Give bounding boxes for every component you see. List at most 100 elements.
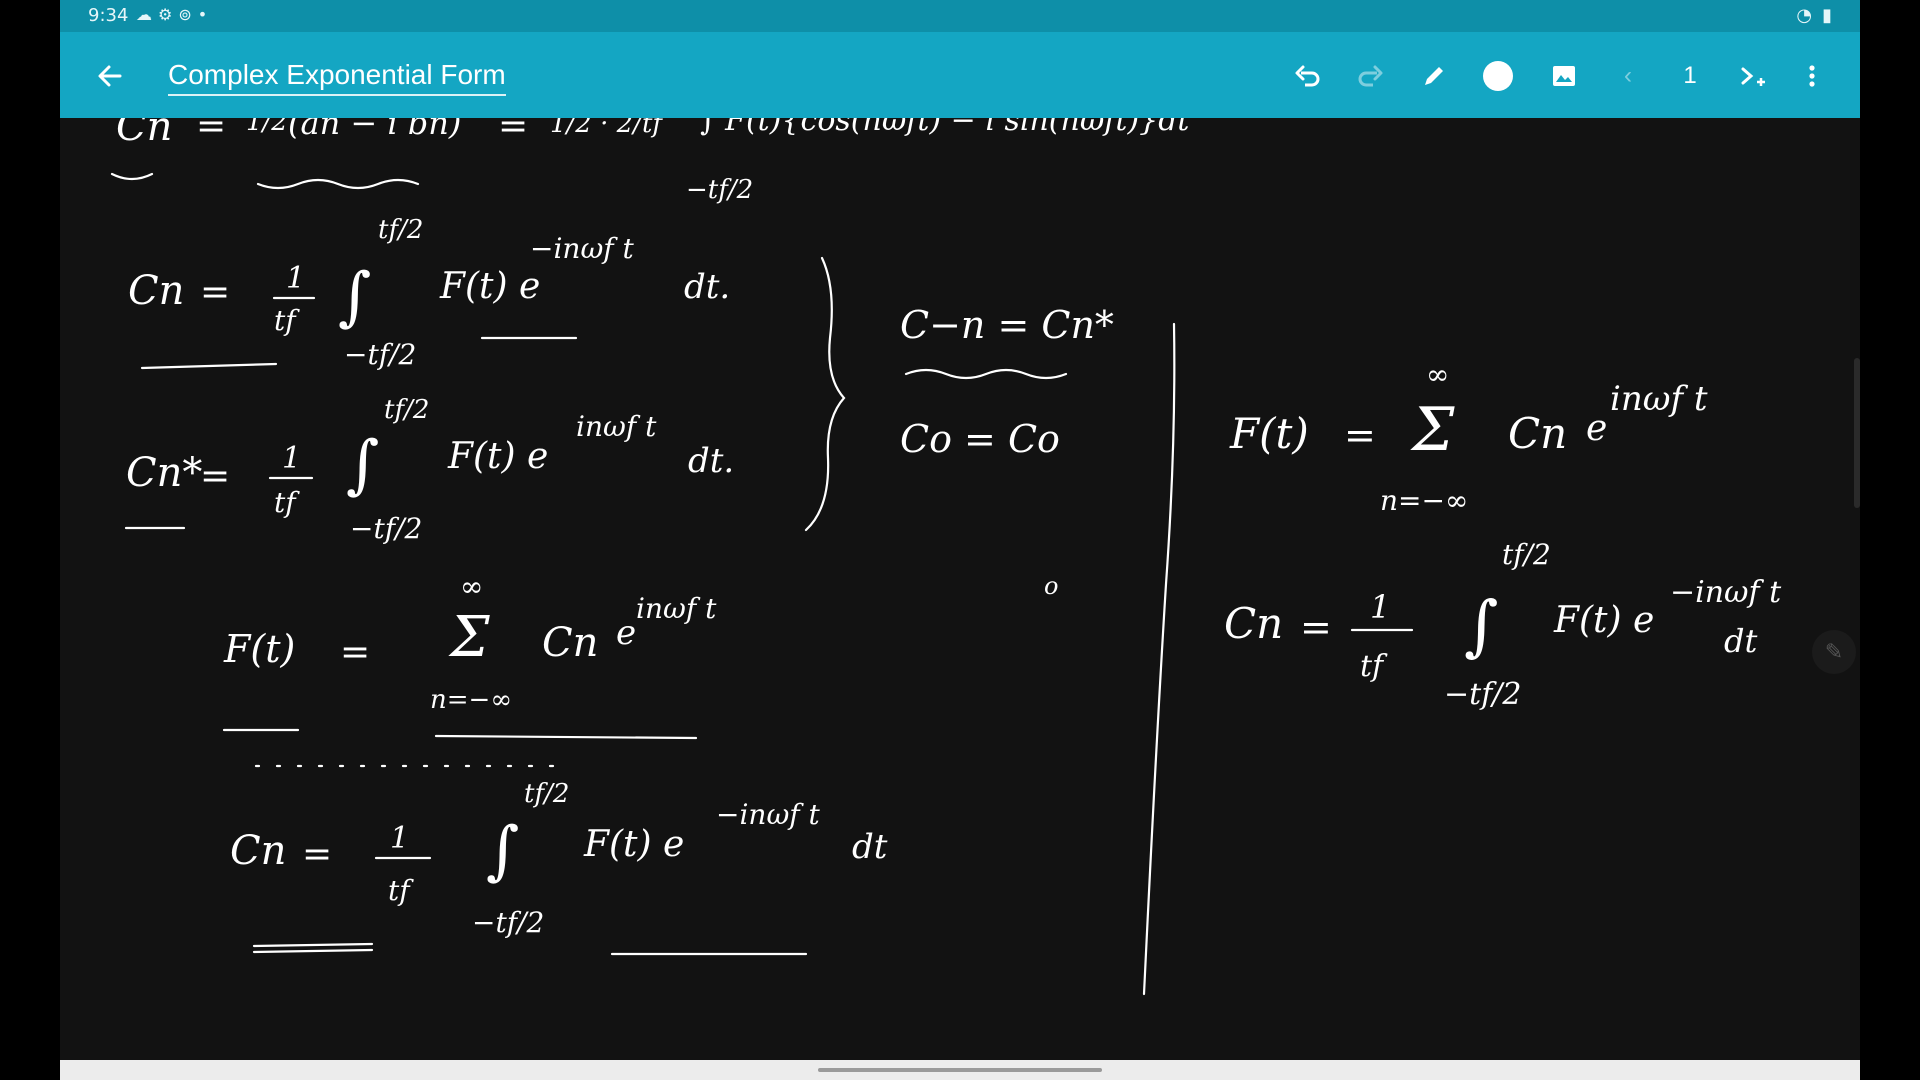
sigma-sign: Σ — [1410, 395, 1455, 465]
top-half: 1/2 — [246, 118, 288, 137]
top-eq1: = — [196, 118, 226, 147]
rc-dt: dt — [1724, 622, 1757, 660]
cn-eq: = — [200, 272, 230, 313]
bcn-lower: −tf/2 — [472, 906, 544, 939]
tablet-screen: 9:34 ☁ ⚙ ⊚ • ◔ ▮ Complex Exponential For… — [60, 0, 1860, 1080]
bcn-den: tf — [388, 874, 414, 907]
integral-sign: ∫ — [346, 428, 379, 502]
back-arrow-icon[interactable] — [92, 58, 128, 94]
cnstar-den: tf — [274, 486, 300, 519]
home-gesture-handle[interactable] — [818, 1068, 1102, 1072]
conj-line2: Co = Co — [900, 417, 1060, 461]
cn-num: 1 — [286, 261, 305, 296]
app-bar: Complex Exponential Form ‹ 1 — [60, 32, 1860, 118]
bcn-num: 1 — [390, 821, 409, 856]
more-vert-icon[interactable] — [1792, 56, 1832, 96]
cnstar-exp: inωf t — [576, 410, 657, 443]
status-time: 9:34 — [88, 5, 129, 26]
rs-sum-top: ∞ — [1426, 358, 1449, 391]
top-lower-limit: −tf/2 — [686, 175, 753, 205]
pen-icon[interactable] — [1414, 56, 1454, 96]
bcn-body: F(t) e — [583, 824, 684, 865]
fs-term: Cn — [542, 620, 598, 666]
integral-sign: ∫ — [338, 260, 371, 334]
fs-eq: = — [340, 632, 370, 673]
sigma-sign: Σ — [448, 605, 490, 670]
status-bar: 9:34 ☁ ⚙ ⊚ • ◔ ▮ — [60, 0, 1860, 32]
battery-icon: ▮ — [1822, 5, 1832, 26]
pen-tool-icon[interactable]: ✎ — [1812, 630, 1856, 674]
system-nav-bar — [60, 1060, 1860, 1080]
top-integral-tail: ∫ F(t){cos(nωft) − i sin(nωft)}dt — [700, 118, 1190, 138]
cnstar-body: F(t) e — [447, 436, 548, 477]
rs-sum-bottom: n=−∞ — [1380, 484, 1468, 517]
scroll-handle[interactable] — [1854, 358, 1860, 508]
fs-sum-top: ∞ — [460, 570, 483, 603]
cnstar-lhs: Cn* — [126, 450, 202, 496]
rc-exp: −inωf t — [1670, 575, 1782, 610]
top-eq2: = — [498, 118, 528, 147]
cn-exp: −inωf t — [530, 232, 635, 265]
integral-sign: ∫ — [1464, 587, 1498, 664]
page-number: 1 — [1683, 62, 1697, 89]
bottom-cn-equation: Cn = 1 tf ∫ tf/2 −tf/2 F(t) e −inωf t dt — [230, 779, 888, 956]
integral-sign: ∫ — [486, 814, 519, 888]
rc-upper: tf/2 — [1502, 538, 1551, 571]
bcn-upper: tf/2 — [524, 779, 569, 809]
cn-body: F(t) e — [439, 266, 540, 307]
sync-icon: ⊚ — [178, 5, 192, 24]
rc-lower: −tf/2 — [1444, 677, 1522, 712]
cnstar-num: 1 — [282, 441, 301, 476]
fs-sum-bottom: n=−∞ — [430, 685, 512, 715]
cn-integral-equation: Cn = 1 tf ∫ tf/2 −tf/2 F(t) e −inωf t dt… — [128, 215, 730, 371]
fs-e: e — [616, 613, 636, 653]
cn-lhs: Cn — [128, 268, 184, 314]
stray-mark: o — [1044, 572, 1058, 600]
redo-icon[interactable] — [1350, 56, 1390, 96]
top-lhs: Cn — [116, 118, 172, 150]
divider-line — [1142, 322, 1176, 996]
rc-den: tf — [1360, 649, 1388, 684]
underline-mark — [904, 368, 1068, 380]
right-series-equation: F(t) = ∞ Σ n=−∞ Cn e inωf t — [1229, 358, 1708, 517]
cn-upper: tf/2 — [378, 215, 423, 245]
fs-lhs: F(t) — [223, 627, 295, 671]
cn-den: tf — [274, 304, 300, 337]
wifi-icon: ◔ — [1796, 5, 1813, 26]
top-partial-equation: Cn = 1/2 (an − i bn) = 1/2 · 2/tf ∫ F(t)… — [110, 118, 1190, 205]
rs-e: e — [1586, 408, 1607, 449]
next-page-add-icon[interactable] — [1732, 56, 1772, 96]
bcn-exp: −inωf t — [716, 798, 821, 831]
prev-page-icon[interactable]: ‹ — [1608, 56, 1648, 96]
conj-line1: C−n = Cn* — [900, 303, 1114, 347]
rs-eq: = — [1344, 413, 1376, 457]
rs-exp: inωf t — [1610, 379, 1708, 419]
rc-eq: = — [1300, 605, 1332, 649]
conjugate-relations: C−n = Cn* Co = Co o — [900, 303, 1114, 600]
right-coef-equation: Cn = 1 tf ∫ tf/2 −tf/2 F(t) e −inωf t dt — [1224, 538, 1782, 712]
cnstar-dt: dt. — [688, 441, 734, 481]
cloud-icon: ☁ — [136, 5, 152, 24]
undo-icon[interactable] — [1288, 56, 1328, 96]
settings-icon: ⚙ — [158, 5, 173, 24]
top-frac: 1/2 · 2/tf — [550, 118, 666, 139]
image-icon[interactable] — [1544, 56, 1584, 96]
cnstar-upper: tf/2 — [384, 395, 429, 425]
underline-mark — [256, 178, 420, 190]
bcn-dt: dt — [852, 827, 888, 867]
color-circle-icon[interactable] — [1478, 56, 1518, 96]
cnstar-eq: = — [200, 456, 230, 497]
note-title[interactable]: Complex Exponential Form — [168, 59, 506, 96]
rs-lhs: F(t) — [1229, 409, 1309, 458]
rc-lhs: Cn — [1224, 599, 1283, 648]
drawing-canvas[interactable]: Cn = 1/2 (an − i bn) = 1/2 · 2/tf ∫ F(t)… — [60, 118, 1860, 1060]
fourier-series-equation: F(t) = ∞ Σ n=−∞ Cn e inωf t — [222, 570, 717, 768]
underline-mark — [110, 172, 154, 181]
rc-body: F(t) e — [1553, 600, 1654, 641]
rs-term: Cn — [1508, 409, 1567, 458]
rc-num: 1 — [1370, 588, 1390, 626]
fs-exp: inωf t — [636, 592, 717, 625]
cn-lower: −tf/2 — [344, 338, 416, 371]
brace-mark — [804, 256, 846, 532]
dot-icon: • — [197, 5, 208, 24]
